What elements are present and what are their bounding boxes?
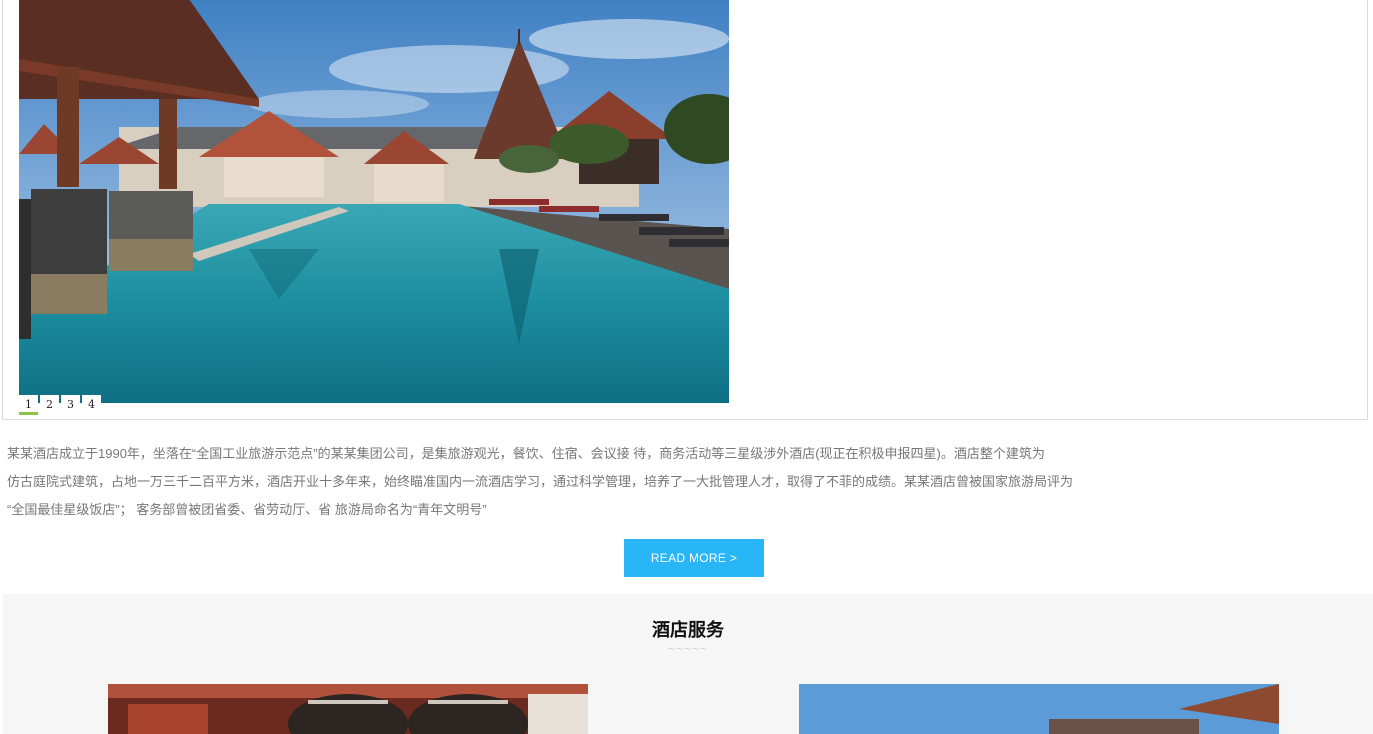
service-card-image[interactable] <box>799 684 1279 734</box>
hotel-services-section: 酒店服务 ~~~~~ <box>3 594 1373 734</box>
slider-page-4[interactable]: 4 <box>82 395 101 415</box>
slider-page-1[interactable]: 1 <box>19 395 38 415</box>
read-more-button[interactable]: READ MORE > <box>624 539 764 577</box>
hotel-intro: 某某酒店成立于1990年，坐落在“全国工业旅游示范点”的某某集团公司，是集旅游观… <box>7 440 1207 524</box>
slider-page-3[interactable]: 3 <box>61 395 80 415</box>
slider-pagination: 1 2 3 4 <box>19 395 103 415</box>
service-card-image[interactable] <box>108 684 588 734</box>
restaurant-photo <box>108 684 588 734</box>
intro-line: “全国最佳星级饭店”； 客务部曾被团省委、省劳动厅、省 旅游局命名为“青年文明号… <box>7 502 487 517</box>
resort-exterior-photo <box>799 684 1279 734</box>
intro-line: 某某酒店成立于1990年，坐落在“全国工业旅游示范点”的某某集团公司，是集旅游观… <box>7 446 1045 461</box>
section-title: 酒店服务 <box>652 620 724 640</box>
image-slider: 1 2 3 4 <box>2 0 1368 420</box>
intro-line: 仿古庭院式建筑，占地一万三千二百平方米，酒店开业十多年来，始终瞄准国内一流酒店学… <box>7 474 1074 489</box>
title-divider: ~~~~~ <box>667 642 709 656</box>
slide-image[interactable] <box>19 0 729 403</box>
slider-page-2[interactable]: 2 <box>40 395 59 415</box>
pool-resort-photo <box>19 0 729 403</box>
